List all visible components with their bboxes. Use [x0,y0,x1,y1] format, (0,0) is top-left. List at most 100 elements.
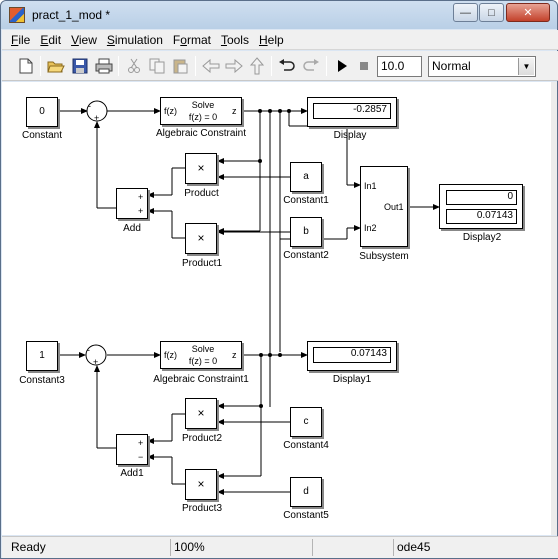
redo-button[interactable] [301,56,321,76]
display2-value-2: 0.07143 [446,209,517,224]
product2-label: Product2 [181,433,223,444]
constant-label: Constant [21,130,63,141]
product3-block[interactable]: × [185,469,217,500]
print-button[interactable] [94,56,114,76]
display2-label: Display2 [462,232,502,243]
toolbar-separator [326,56,327,76]
menu-edit[interactable]: Edit [35,33,66,47]
undo-icon [279,59,295,71]
sum-sign-plus: + [94,113,100,123]
simulation-mode-select[interactable]: Normal ▼ [428,56,536,77]
constant5-block[interactable]: d [290,477,322,507]
branch-point [259,404,263,408]
minimize-button[interactable]: — [453,3,478,22]
close-button[interactable]: ✕ [506,3,550,22]
branch-point [278,109,282,113]
add1-block[interactable]: + − [116,434,148,465]
window-title: pract_1_mod * [32,8,111,22]
model-window: pract_1_mod * — □ ✕ File Edit View Simul… [0,0,558,559]
up-button[interactable] [247,56,267,76]
sum-sign-minus: - [88,101,91,111]
cut-button[interactable] [124,56,144,76]
print-icon [95,58,113,74]
toolbar: 10.0 Normal ▼ [2,51,558,81]
menu-view[interactable]: View [66,33,102,47]
close-icon: ✕ [523,7,533,19]
algebraic-constraint1-block[interactable]: f(z) Solve f(z) = 0 z [160,341,242,369]
forward-icon [225,59,243,73]
constant3-block[interactable]: 1 [26,341,58,371]
constant5-label: Constant5 [283,510,329,521]
menu-simulation[interactable]: Simulation [102,33,168,47]
display1-block[interactable]: 0.07143 [307,341,397,371]
display2-block[interactable]: 0 0.07143 [439,184,523,229]
cut-icon [128,58,140,73]
constant2-block[interactable]: b [290,217,322,247]
constant4-block[interactable]: c [290,407,322,437]
save-icon [72,58,88,74]
signal-lines [58,100,440,495]
constant1-block[interactable]: a [290,162,322,192]
constant3-label: Constant3 [19,375,65,386]
toolbar-separator [195,56,196,76]
display-value: -0.2857 [313,103,391,119]
branch-point [259,353,263,357]
status-empty [312,539,392,556]
add-label: Add [123,223,141,234]
branch-point [278,353,282,357]
vertical-scrollbar[interactable] [551,82,557,535]
maximize-icon: □ [488,6,495,19]
toolbar-separator [40,56,41,76]
branch-point [287,109,291,113]
branch-point [268,109,272,113]
menu-tools[interactable]: Tools [216,33,254,47]
stop-time-input[interactable]: 10.0 [377,56,422,77]
title-bar[interactable]: pract_1_mod * — □ ✕ [1,1,557,29]
menu-help[interactable]: Help [254,33,289,47]
menu-file[interactable]: File [6,33,35,47]
chevron-down-icon[interactable]: ▼ [518,58,534,75]
start-simulation-icon [338,60,347,72]
subsystem-block[interactable]: In1 In2 Out1 [360,166,408,247]
constant-block[interactable]: 0 [26,97,58,127]
start-simulation-button[interactable] [332,56,352,76]
forward-button[interactable] [224,56,244,76]
display-block[interactable]: -0.2857 [307,97,397,127]
constant4-label: Constant4 [283,440,329,451]
product1-label: Product1 [181,258,223,269]
model-canvas[interactable]: - + - + 0 Constant f(z) Solve f(z) = 0 z… [2,82,551,535]
product2-block[interactable]: × [185,398,217,429]
menu-format[interactable]: Format [168,33,216,47]
save-button[interactable] [70,56,90,76]
add-block[interactable]: + + [116,188,148,219]
display1-label: Display1 [332,374,372,385]
open-button[interactable] [46,56,66,76]
add1-label: Add1 [120,468,144,479]
stop-simulation-icon [360,62,368,70]
branch-point [258,159,262,163]
new-button[interactable] [16,56,36,76]
menu-bar: File Edit View Simulation Format Tools H… [2,30,558,50]
display2-value-1: 0 [446,190,517,205]
copy-button[interactable] [147,56,167,76]
product-block[interactable]: × [185,153,217,184]
up-icon [250,57,264,75]
stop-simulation-button[interactable] [354,56,374,76]
new-icon [19,58,33,74]
maximize-button[interactable]: □ [479,3,504,22]
paste-button[interactable] [170,56,190,76]
algebraic-constraint-label: Algebraic Constraint [155,128,247,139]
redo-icon [303,59,319,71]
algebraic-constraint-block[interactable]: f(z) Solve f(z) = 0 z [160,97,242,125]
paste-icon [173,59,188,74]
product3-label: Product3 [181,503,223,514]
back-button[interactable] [201,56,221,76]
branch-point [268,353,272,357]
open-icon [47,61,65,73]
sum1-sign-plus: + [93,357,99,367]
product1-block[interactable]: × [185,223,217,254]
undo-button[interactable] [277,56,297,76]
branch-point [258,109,262,113]
product-label: Product [184,188,219,199]
status-solver: ode45 [393,539,553,556]
